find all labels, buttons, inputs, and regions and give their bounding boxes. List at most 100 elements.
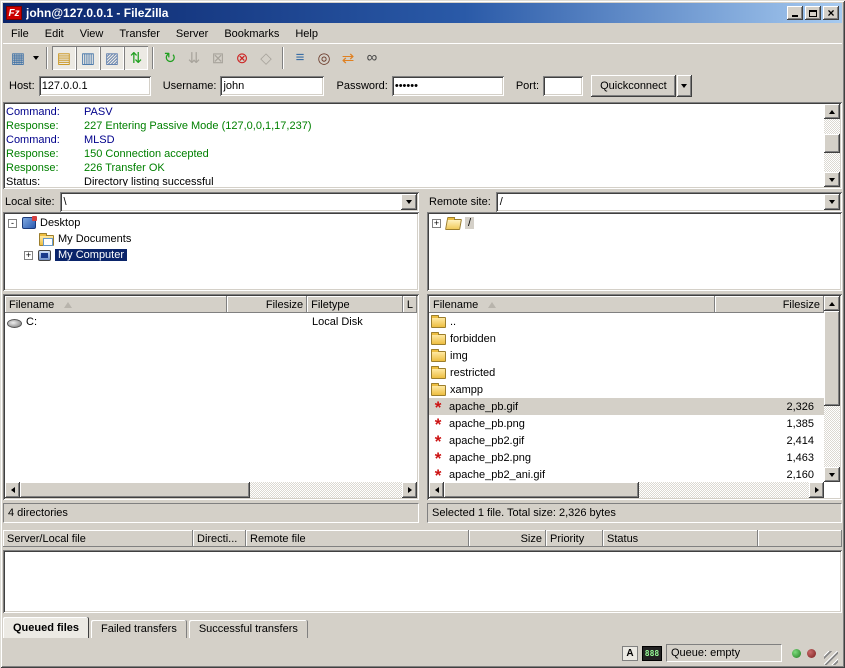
column-label: Remote file [250,533,306,545]
collapse-icon[interactable]: - [8,219,17,228]
tab-failed-transfers[interactable]: Failed transfers [91,620,187,638]
synchronized-browsing-button[interactable]: ⇄ [336,46,360,70]
remote-file-row[interactable]: .. [429,313,824,330]
toggle-local-tree-button[interactable]: ▥ [76,46,100,70]
scroll-thumb[interactable] [444,482,639,498]
tree-item-label: My Documents [58,233,131,245]
local-site-combo[interactable]: \ [60,192,419,212]
password-input[interactable] [392,76,504,96]
tree-item-my-computer[interactable]: + My Computer [3,247,419,263]
scroll-down-button[interactable] [824,467,840,482]
menu-server[interactable]: Server [168,26,216,42]
tree-item-desktop[interactable]: - Desktop [3,215,419,231]
column-direction[interactable]: Directi... [193,530,246,547]
abort-button[interactable]: ◇ [254,46,278,70]
column-filetype[interactable]: Filetype [307,296,403,313]
local-hscrollbar[interactable] [5,482,417,498]
log-scrollbar[interactable] [824,104,840,187]
local-file-row[interactable]: C: Local Disk [5,313,417,330]
minimize-button[interactable] [787,6,803,20]
remote-file-row[interactable]: restricted [429,364,824,381]
host-input[interactable] [39,76,151,96]
menu-bookmarks[interactable]: Bookmarks [216,26,287,42]
pane-splitter[interactable] [419,192,427,523]
remote-file-row[interactable]: apache_pb2_ani.gif2,160 [429,466,824,482]
speed-limit-icon[interactable]: 888 [642,646,662,661]
menu-transfer[interactable]: Transfer [111,26,168,42]
cancel-operation-button[interactable]: ⊠ [206,46,230,70]
expand-icon[interactable]: + [24,251,33,260]
remote-file-row[interactable]: apache_pb.png1,385 [429,415,824,432]
remote-file-row[interactable]: xampp [429,381,824,398]
refresh-button[interactable]: ↻ [158,46,182,70]
tree-item-my-documents[interactable]: My Documents [3,231,419,247]
username-label: Username: [163,80,217,92]
scroll-thumb[interactable] [824,134,840,153]
remote-hscrollbar[interactable] [429,482,824,498]
scroll-down-button[interactable] [824,172,840,187]
column-filename[interactable]: Filename [429,296,715,313]
disconnect-button[interactable]: ⊗ [230,46,254,70]
remote-list-body: .. forbidden img restricted xampp apache… [429,313,824,482]
column-lastmodified[interactable]: L [403,296,417,313]
port-input[interactable] [543,76,583,96]
scroll-up-button[interactable] [824,296,840,311]
tree-item-root[interactable]: + / [427,215,842,231]
toggle-transfer-queue-button[interactable]: ⇅ [124,46,148,70]
site-manager-button[interactable]: ▦ [6,46,30,70]
process-queue-button[interactable]: ⇊ [182,46,206,70]
disconnect-icon: ⊗ [236,49,249,67]
maximize-button[interactable] [805,6,821,20]
tab-queued-files[interactable]: Queued files [3,617,89,638]
column-size[interactable]: Size [469,530,546,547]
column-remote-file[interactable]: Remote file [246,530,469,547]
column-label: Filename [433,299,478,311]
refresh-icon: ↻ [164,49,177,67]
resize-grip-icon[interactable] [824,651,838,665]
filter-button[interactable]: ≡ [288,46,312,70]
remote-file-row[interactable]: img [429,347,824,364]
remote-file-row[interactable]: apache_pb2.png1,463 [429,449,824,466]
local-file-list: Filename Filesize Filetype L C: Local Di… [3,294,419,500]
title-bar[interactable]: Fz john@127.0.0.1 - FileZilla × [3,3,842,23]
scroll-up-button[interactable] [824,104,840,119]
remote-file-row[interactable]: forbidden [429,330,824,347]
expand-icon[interactable]: + [432,219,441,228]
transfer-type-icon[interactable]: A [622,646,638,661]
directory-compare-button[interactable]: ◎ [312,46,336,70]
quickconnect-dropdown[interactable] [677,75,692,97]
remote-file-row[interactable]: apache_pb2.gif2,414 [429,432,824,449]
column-server-local-file[interactable]: Server/Local file [3,530,193,547]
column-filesize[interactable]: Filesize [227,296,307,313]
scroll-thumb[interactable] [824,311,840,406]
tab-successful-transfers[interactable]: Successful transfers [189,620,308,638]
column-priority[interactable]: Priority [546,530,603,547]
menu-edit[interactable]: Edit [37,26,72,42]
username-input[interactable] [220,76,324,96]
toggle-message-log-button[interactable]: ▤ [52,46,76,70]
remote-vscrollbar[interactable] [824,296,840,482]
scroll-left-button[interactable] [5,482,20,498]
scroll-right-button[interactable] [809,482,824,498]
menu-help[interactable]: Help [287,26,326,42]
quickconnect-button[interactable]: Quickconnect [591,75,676,97]
scroll-right-button[interactable] [402,482,417,498]
remote-site-combo[interactable]: / [496,192,842,212]
find-files-button[interactable]: ∞ [360,46,384,70]
scroll-left-button[interactable] [429,482,444,498]
site-manager-dropdown[interactable] [30,46,42,70]
column-filename[interactable]: Filename [5,296,227,313]
port-label: Port: [516,80,539,92]
column-filesize[interactable]: Filesize [715,296,824,313]
close-button[interactable]: × [823,6,839,20]
column-status[interactable]: Status [603,530,758,547]
local-site-dropdown[interactable] [401,194,417,210]
toggle-remote-tree-button[interactable]: ▨ [100,46,124,70]
scroll-thumb[interactable] [20,482,250,498]
menu-file[interactable]: File [3,26,37,42]
menu-view[interactable]: View [72,26,112,42]
remote-site-label: Remote site: [427,196,496,208]
queue-list[interactable] [3,550,842,613]
remote-file-row-selected[interactable]: apache_pb.gif2,326 [429,398,824,415]
remote-site-dropdown[interactable] [824,194,840,210]
